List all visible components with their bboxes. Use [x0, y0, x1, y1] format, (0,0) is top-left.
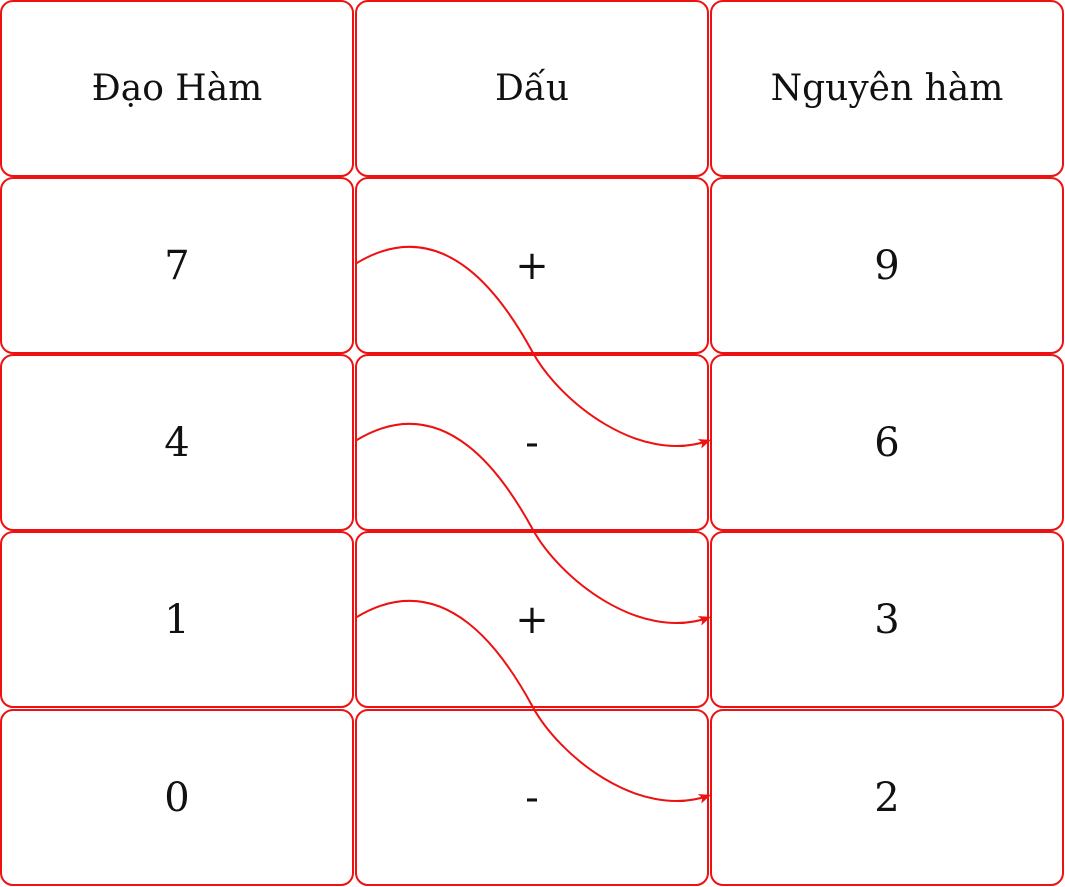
- cell-dau-row-2: -: [355, 354, 709, 531]
- integration-by-parts-table: Đạo Hàm Dấu Nguyên hàm 7 + 9 4 - 6 1 + 3…: [0, 0, 1065, 887]
- cell-dao-ham-row-1: 7: [0, 177, 354, 354]
- header-dao-ham: Đạo Hàm: [0, 0, 354, 177]
- cell-dao-ham-row-4: 0: [0, 709, 354, 886]
- cell-dau-row-3: +: [355, 531, 709, 708]
- cell-dau-row-4: -: [355, 709, 709, 886]
- cell-dao-ham-row-3: 1: [0, 531, 354, 708]
- cell-nguyen-ham-row-4: 2: [710, 709, 1064, 886]
- cell-nguyen-ham-row-1: 9: [710, 177, 1064, 354]
- cell-dao-ham-row-2: 4: [0, 354, 354, 531]
- header-dau: Dấu: [355, 0, 709, 177]
- header-nguyen-ham: Nguyên hàm: [710, 0, 1064, 177]
- cell-nguyen-ham-row-3: 3: [710, 531, 1064, 708]
- cell-nguyen-ham-row-2: 6: [710, 354, 1064, 531]
- cell-dau-row-1: +: [355, 177, 709, 354]
